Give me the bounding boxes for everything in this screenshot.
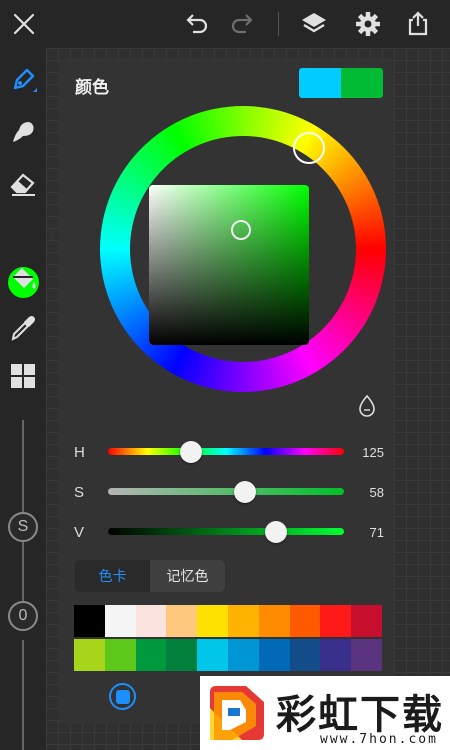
toolbar-divider xyxy=(278,12,279,36)
redo-icon[interactable] xyxy=(226,8,258,40)
size-slider-knob[interactable]: S xyxy=(8,512,38,542)
left-toolbar: S 0 xyxy=(0,48,46,750)
share-icon[interactable] xyxy=(402,8,434,40)
brush-icon[interactable] xyxy=(7,64,39,96)
color-palette xyxy=(74,605,382,671)
saturation-slider[interactable] xyxy=(108,488,344,495)
hue-value: 125 xyxy=(362,445,384,460)
saturation-value-picker[interactable] xyxy=(149,185,309,345)
palette-mode-icon xyxy=(115,689,130,704)
close-icon[interactable] xyxy=(8,8,40,40)
eraser-icon[interactable] xyxy=(7,167,39,199)
palette-swatch[interactable] xyxy=(104,605,136,637)
undo-icon[interactable] xyxy=(181,8,213,40)
palette-swatch[interactable] xyxy=(289,605,321,637)
layers-icon[interactable] xyxy=(298,8,330,40)
palette-swatch[interactable] xyxy=(258,639,290,671)
watermark-url: www.7hon.com xyxy=(320,732,438,747)
palette-mode-button[interactable] xyxy=(109,683,136,710)
watermark: 彩虹下载 www.7hon.com xyxy=(200,676,450,750)
opacity-slider-knob[interactable]: 0 xyxy=(8,601,38,631)
hue-slider-thumb[interactable] xyxy=(179,441,202,463)
palette-swatch[interactable] xyxy=(74,605,105,637)
palette-swatch[interactable] xyxy=(135,605,167,637)
palette-swatch[interactable] xyxy=(197,605,228,637)
value-slider-thumb[interactable] xyxy=(264,521,287,543)
saturation-label: S xyxy=(74,484,85,501)
eyedropper-icon[interactable] xyxy=(7,312,39,344)
palette-swatch[interactable] xyxy=(197,639,228,671)
opacity-slider-track[interactable] xyxy=(22,640,24,750)
palette-swatch[interactable] xyxy=(227,605,259,637)
palette-swatch[interactable] xyxy=(320,605,352,637)
panel-pointer xyxy=(46,228,55,242)
palette-swatch[interactable] xyxy=(74,639,105,671)
palette-swatch[interactable] xyxy=(289,639,321,671)
color-panel: 颜色 H 125 S 58 V 71 色卡 记忆色 xyxy=(58,58,394,724)
sv-cursor[interactable] xyxy=(231,220,251,240)
tab-recent-colors[interactable]: 记忆色 xyxy=(150,560,225,592)
smudge-icon[interactable] xyxy=(7,116,39,148)
value-slider[interactable] xyxy=(108,528,344,535)
current-color-swatch[interactable] xyxy=(299,68,341,98)
palette-swatch[interactable] xyxy=(227,639,259,671)
top-toolbar xyxy=(0,0,450,48)
palette-swatch[interactable] xyxy=(166,605,198,637)
value-label: V xyxy=(74,524,85,541)
watermark-logo xyxy=(206,682,268,744)
palette-swatch[interactable] xyxy=(135,639,167,671)
palette-swatch[interactable] xyxy=(351,639,382,671)
palette-swatch[interactable] xyxy=(258,605,290,637)
hue-label: H xyxy=(74,444,85,461)
palette-swatch[interactable] xyxy=(351,605,382,637)
palette-tabs: 色卡 记忆色 xyxy=(75,560,225,592)
color-drop-icon[interactable] xyxy=(356,394,378,418)
saturation-slider-thumb[interactable] xyxy=(233,481,256,503)
tab-swatches[interactable]: 色卡 xyxy=(75,560,150,592)
fill-icon[interactable] xyxy=(7,263,39,295)
grid-icon[interactable] xyxy=(7,360,39,392)
value-value: 71 xyxy=(369,525,384,540)
hue-cursor[interactable] xyxy=(293,132,325,164)
previous-color-swatch[interactable] xyxy=(341,68,383,98)
sv-black-gradient xyxy=(149,185,309,345)
palette-swatch[interactable] xyxy=(104,639,136,671)
palette-swatch[interactable] xyxy=(320,639,352,671)
palette-swatch[interactable] xyxy=(166,639,198,671)
hue-slider[interactable] xyxy=(108,448,344,455)
panel-title: 颜色 xyxy=(75,78,109,97)
saturation-value: 58 xyxy=(369,485,384,500)
settings-icon[interactable] xyxy=(352,8,384,40)
